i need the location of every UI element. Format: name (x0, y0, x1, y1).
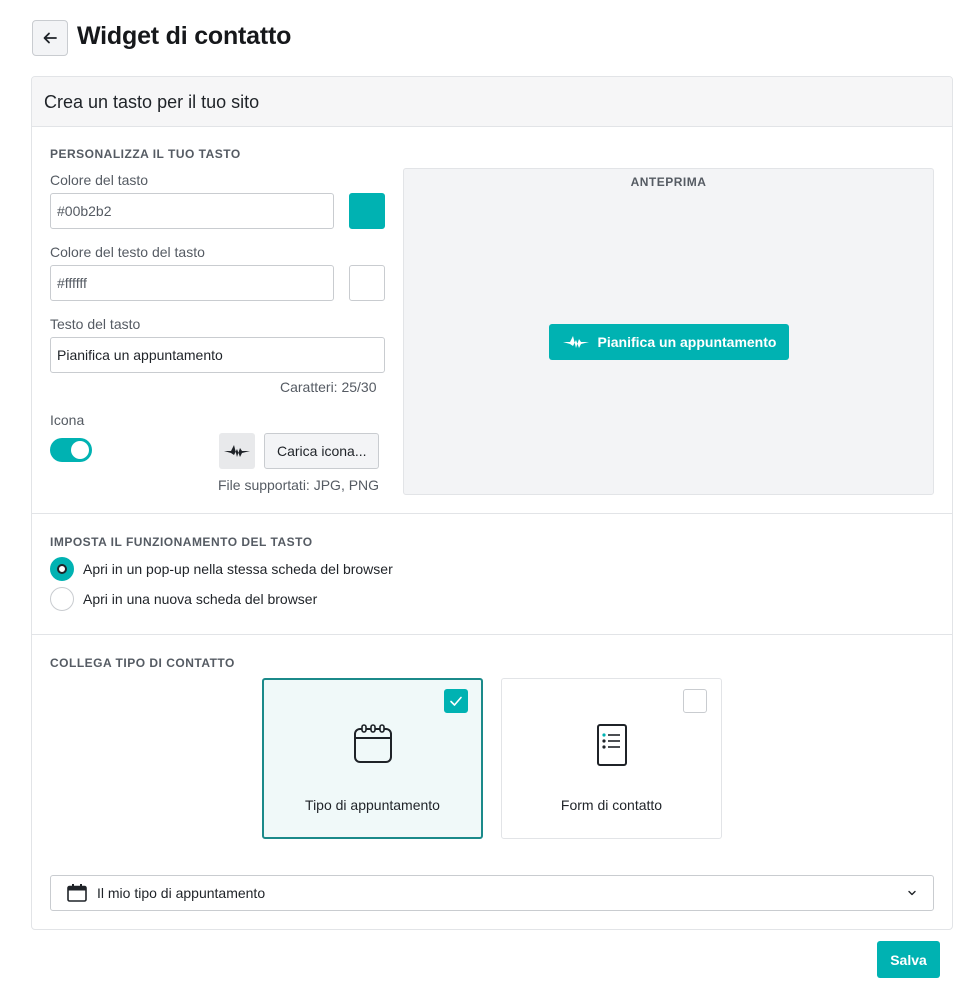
section-title-customize: PERSONALIZZA IL TUO TASTO (50, 147, 241, 161)
pulse-logo-icon (562, 336, 589, 348)
pulse-logo-icon (224, 445, 250, 457)
select-value: Il mio tipo di appuntamento (97, 885, 266, 901)
char-counter: Caratteri: 25/30 (280, 379, 377, 395)
save-button[interactable]: Salva (877, 941, 940, 978)
page-title: Widget di contatto (77, 22, 292, 50)
checkbox[interactable] (444, 689, 468, 713)
checkbox[interactable] (683, 689, 707, 713)
icon-label: Icona (50, 412, 85, 428)
toggle-knob (71, 441, 89, 459)
supported-files-text: File supportati: JPG, PNG (218, 477, 380, 493)
button-color-swatch[interactable] (349, 193, 385, 229)
radio-button[interactable] (50, 557, 74, 581)
button-color-label: Colore del tasto (50, 172, 149, 188)
radio-label: Apri in un pop-up nella stessa scheda de… (83, 561, 393, 577)
arrow-left-icon (43, 32, 57, 44)
section-title-contact-type: COLLEGA TIPO DI CONTATTO (50, 656, 235, 670)
preview-button-label: Pianifica un appuntamento (597, 334, 777, 350)
radio-option-new-tab[interactable]: Apri in una nuova scheda del browser (50, 587, 317, 611)
radio-option-popup[interactable]: Apri in un pop-up nella stessa scheda de… (50, 557, 393, 581)
chevron-down-icon (908, 890, 916, 896)
appointment-type-select[interactable]: Il mio tipo di appuntamento (50, 875, 934, 911)
text-color-swatch[interactable] (349, 265, 385, 301)
contact-type-label: Form di contatto (560, 797, 663, 813)
contact-type-label: Tipo di appuntamento (305, 797, 440, 813)
contact-type-card-appointment[interactable]: Tipo di appuntamento (262, 678, 483, 839)
icon-toggle[interactable] (50, 438, 92, 462)
upload-icon-button[interactable]: Carica icona... (264, 433, 380, 469)
preview-panel: ANTEPRIMA Pianifica un appuntamento (403, 168, 934, 495)
text-color-input[interactable]: #ffffff (50, 265, 334, 301)
contact-type-card-form[interactable]: Form di contatto (501, 678, 722, 839)
button-text-input[interactable]: Pianifica un appuntamento (50, 337, 385, 373)
calendar-icon (353, 724, 393, 769)
radio-label: Apri in una nuova scheda del browser (83, 591, 318, 607)
icon-thumbnail (219, 433, 255, 469)
button-text-label: Testo del tasto (50, 316, 141, 332)
preview-label: ANTEPRIMA (630, 175, 707, 189)
check-icon (450, 696, 462, 706)
radio-button[interactable] (50, 587, 74, 611)
divider (32, 513, 952, 514)
card-title: Crea un tasto per il tuo sito (32, 77, 952, 127)
text-color-label: Colore del testo del tasto (50, 244, 205, 260)
section-title-behavior: IMPOSTA IL FUNZIONAMENTO DEL TASTO (50, 535, 313, 549)
divider (32, 634, 952, 635)
form-list-icon (596, 723, 628, 772)
widget-card: Crea un tasto per il tuo sito PERSONALIZ… (31, 76, 953, 930)
button-color-input[interactable]: #00b2b2 (50, 193, 334, 229)
calendar-icon (67, 884, 87, 902)
back-button[interactable] (32, 20, 68, 56)
preview-button[interactable]: Pianifica un appuntamento (549, 324, 789, 360)
